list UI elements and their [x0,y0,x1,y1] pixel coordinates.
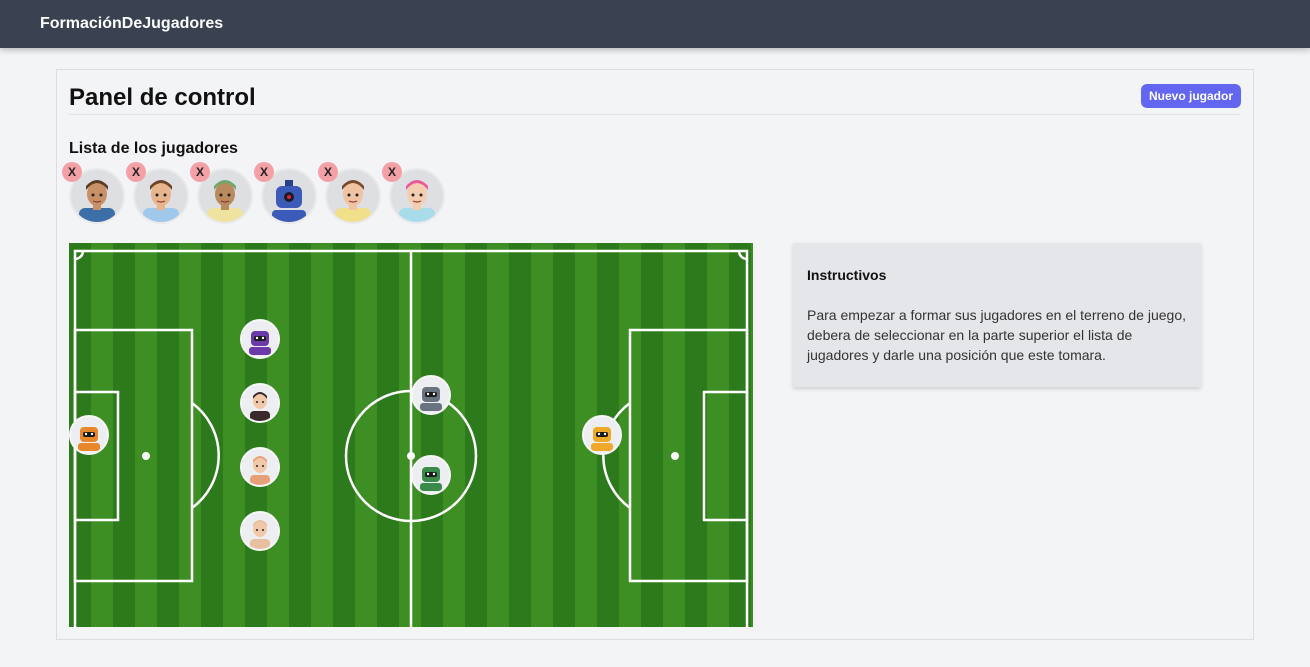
remove-player-button[interactable]: X [382,162,402,182]
field-lines [73,249,749,627]
player-chip[interactable]: X [190,162,253,224]
player-chip[interactable]: X [318,162,381,224]
remove-player-button[interactable]: X [318,162,338,182]
remove-player-button[interactable]: X [254,162,274,182]
braids-woman-avatar[interactable] [240,383,280,423]
red-hair-man-avatar[interactable] [240,447,280,487]
instructions-card: Instructivos Para empezar a formar sus j… [793,243,1201,387]
page-title: Panel de control [69,84,256,111]
instructions-text: Para empezar a formar sus jugadores en e… [807,307,1186,363]
remove-player-button[interactable]: X [190,162,210,182]
navbar: FormaciónDeJugadores [0,0,1310,48]
remove-player-button[interactable]: X [126,162,146,182]
player-chip[interactable]: X [382,162,445,224]
yellow-robot-avatar[interactable] [582,415,622,455]
green-robot-avatar[interactable] [411,455,451,495]
brand-link[interactable]: FormaciónDeJugadores [40,15,223,33]
orange-robot-avatar[interactable] [69,415,109,455]
instructions-title: Instructivos [807,267,887,283]
football-field[interactable] [69,243,753,627]
player-list-title: Lista de los jugadores [69,140,238,157]
control-panel: Panel de control Nuevo jugador Lista de … [56,69,1254,640]
purple-robot-avatar[interactable] [240,319,280,359]
eyepatch-man-avatar[interactable] [240,511,280,551]
player-chip[interactable]: X [126,162,189,224]
player-chip[interactable]: X [254,162,317,224]
new-player-button[interactable]: Nuevo jugador [1140,84,1241,108]
grey-robot-avatar[interactable] [411,375,451,415]
remove-player-button[interactable]: X [62,162,82,182]
divider [69,114,1241,115]
player-chip[interactable]: X [62,162,125,224]
